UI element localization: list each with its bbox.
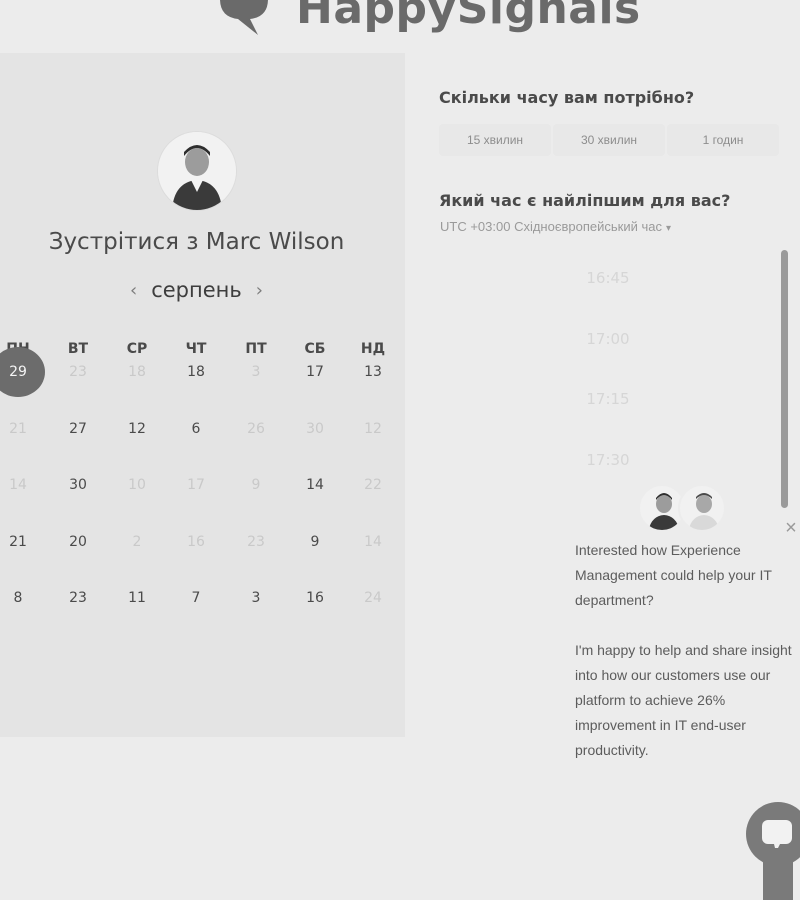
calendar-day[interactable]: 23 xyxy=(58,360,98,384)
chat-message-body: I'm happy to help and share insight into… xyxy=(575,642,792,758)
calendar-day[interactable]: 23 xyxy=(236,530,276,554)
chat-close-icon[interactable]: × xyxy=(782,518,800,538)
duration-option-30[interactable]: 30 хвилин xyxy=(553,124,665,156)
chat-agent-avatar xyxy=(678,484,726,532)
calendar-day[interactable]: 6 xyxy=(176,417,216,441)
calendar-day[interactable]: 21 xyxy=(0,530,38,554)
calendar-day[interactable]: 7 xyxy=(176,586,216,610)
calendar-day[interactable]: 3 xyxy=(236,360,276,384)
time-slot[interactable]: 16:45 xyxy=(540,260,676,296)
timezone-label: UTC +03:00 Східноєвропейський час xyxy=(440,219,662,234)
calendar-day[interactable]: 18 xyxy=(176,360,216,384)
chat-agent-avatars xyxy=(638,484,730,534)
time-slot[interactable]: 17:30 xyxy=(540,442,676,478)
calendar-card: Зустрітися з Marc Wilson ‹ серпень › ПН … xyxy=(0,53,405,737)
calendar-day[interactable]: 10 xyxy=(117,473,157,497)
calendar-day[interactable]: 2 xyxy=(117,530,157,554)
calendar-day[interactable]: 14 xyxy=(295,473,335,497)
calendar-day[interactable]: 30 xyxy=(58,473,98,497)
duration-options: 15 хвилин 30 хвилин 1 годин xyxy=(439,124,779,156)
logo-speech-icon xyxy=(208,0,286,37)
calendar-day[interactable]: 30 xyxy=(295,417,335,441)
selected-day[interactable]: 29 xyxy=(0,347,45,397)
time-slots-scrollbar[interactable] xyxy=(781,250,788,508)
calendar-day[interactable]: 23 xyxy=(58,586,98,610)
duration-question: Скільки часу вам потрібно? xyxy=(439,88,695,107)
calendar-day[interactable]: 18 xyxy=(117,360,157,384)
day-grid: 29 23 18 18 3 17 13 21 27 12 6 26 30 12 14 30 10 17 9 14 22 2… xyxy=(0,53,405,737)
calendar-day[interactable]: 3 xyxy=(236,586,276,610)
caret-down-icon: ▾ xyxy=(665,223,671,234)
timezone-select[interactable]: UTC +03:00 Східноєвропейський час ▾ xyxy=(440,219,671,234)
calendar-day[interactable]: 17 xyxy=(176,473,216,497)
chat-message: Interested how Experience Management cou… xyxy=(575,538,795,788)
calendar-day[interactable]: 13 xyxy=(353,360,393,384)
calendar-day[interactable]: 24 xyxy=(353,586,393,610)
calendar-day[interactable]: 21 xyxy=(0,417,38,441)
calendar-day[interactable]: 26 xyxy=(236,417,276,441)
calendar-day[interactable]: 16 xyxy=(295,586,335,610)
time-question: Який час є найліпшим для вас? xyxy=(439,191,731,210)
calendar-day[interactable]: 22 xyxy=(353,473,393,497)
calendar-day[interactable]: 12 xyxy=(117,417,157,441)
calendar-day[interactable]: 12 xyxy=(353,417,393,441)
calendar-day[interactable]: 9 xyxy=(295,530,335,554)
calendar-day[interactable]: 17 xyxy=(295,360,335,384)
calendar-day[interactable]: 27 xyxy=(58,417,98,441)
calendar-day[interactable]: 9 xyxy=(236,473,276,497)
calendar-day[interactable]: 8 xyxy=(0,586,38,610)
calendar-day[interactable]: 14 xyxy=(353,530,393,554)
duration-option-60[interactable]: 1 годин xyxy=(667,124,779,156)
time-slot[interactable]: 17:15 xyxy=(540,381,676,417)
calendar-day[interactable]: 20 xyxy=(58,530,98,554)
calendar-day[interactable]: 11 xyxy=(117,586,157,610)
duration-option-15[interactable]: 15 хвилин xyxy=(439,124,551,156)
time-slot[interactable]: 17:00 xyxy=(540,321,676,357)
brand-logo[interactable]: HappySignals xyxy=(208,0,641,38)
calendar-day[interactable]: 16 xyxy=(176,530,216,554)
chat-message-intro: Interested how Experience Management cou… xyxy=(575,542,772,608)
brand-name: HappySignals xyxy=(296,0,641,34)
calendar-day[interactable]: 14 xyxy=(0,473,38,497)
chat-launcher-base xyxy=(763,848,793,900)
